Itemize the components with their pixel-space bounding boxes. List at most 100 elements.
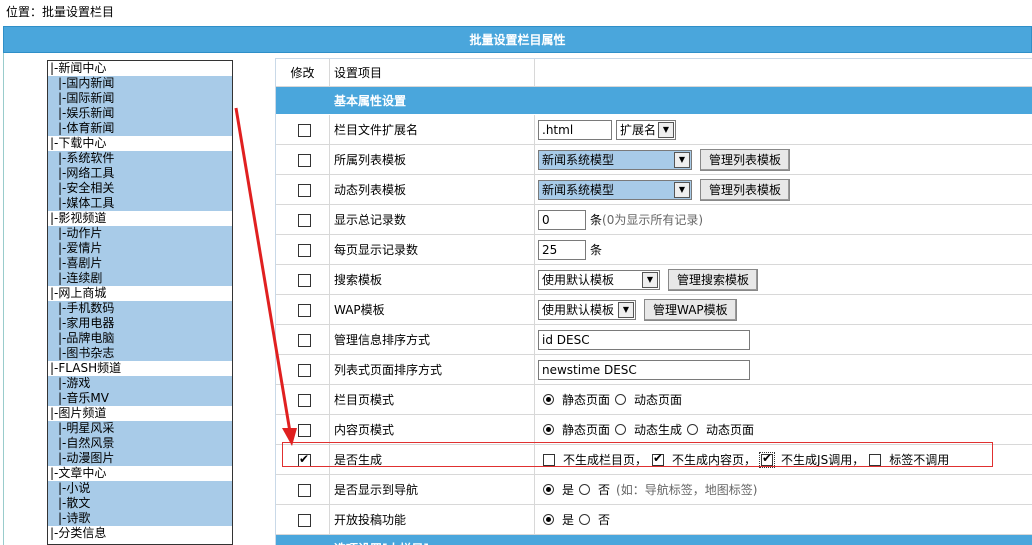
category-option[interactable]: |-家用电器 xyxy=(48,316,232,331)
row-label: 栏目文件扩展名 xyxy=(330,115,535,144)
modify-checkbox[interactable] xyxy=(298,244,311,257)
category-option[interactable]: |-明星风采 xyxy=(48,421,232,436)
row-label: 每页显示记录数 xyxy=(330,235,535,264)
modify-checkbox[interactable] xyxy=(298,452,311,467)
checkbox-no-js[interactable] xyxy=(759,451,776,468)
row-total-records: 显示总记录数 0 条 (0为显示所有记录) xyxy=(276,205,1032,235)
category-option[interactable]: |-散文 xyxy=(48,496,232,511)
left-panel: |-新闻中心 |-国内新闻 |-国际新闻 |-娱乐新闻 |-体育新闻 |-下载中心 |-系统… xyxy=(3,53,270,545)
category-option[interactable]: |-喜剧片 xyxy=(48,256,232,271)
category-option[interactable]: |-连续剧 xyxy=(48,271,232,286)
manage-dynamic-template-button[interactable]: 管理列表模板 xyxy=(700,178,791,201)
category-option[interactable]: |-小说 xyxy=(48,481,232,496)
extension-input[interactable]: .html xyxy=(538,119,612,140)
category-option[interactable]: |-品牌电脑 xyxy=(48,331,232,346)
category-option[interactable]: |-图书杂志 xyxy=(48,346,232,361)
row-submission: 开放投稿功能 是 否 xyxy=(276,505,1032,535)
modify-checkbox[interactable] xyxy=(298,154,311,167)
category-option[interactable]: |-手机数码 xyxy=(48,301,232,316)
checkbox-no-class-page[interactable] xyxy=(543,453,555,466)
row-label: 动态列表模板 xyxy=(330,175,535,204)
radio-dynamic[interactable] xyxy=(615,394,627,405)
modify-checkbox[interactable] xyxy=(298,484,311,497)
list-order-input[interactable]: newstime DESC xyxy=(538,359,750,380)
category-option[interactable]: |-安全相关 xyxy=(48,181,232,196)
radio-yes[interactable] xyxy=(543,484,554,495)
dynamic-template-select[interactable]: 新闻系统模型 ▼ xyxy=(538,179,692,200)
category-option[interactable]: |-自然风景 xyxy=(48,436,232,451)
radio-static[interactable] xyxy=(543,424,554,435)
row-content-page-mode: 内容页模式 静态页面 动态生成 动态页面 xyxy=(276,415,1032,445)
modify-checkbox[interactable] xyxy=(298,184,311,197)
row-label: 管理信息排序方式 xyxy=(330,325,535,354)
category-option[interactable]: |-动作片 xyxy=(48,226,232,241)
modify-checkbox[interactable] xyxy=(298,394,311,407)
checkbox-no-content-page[interactable] xyxy=(652,451,665,466)
category-option[interactable]: |-分类信息 xyxy=(48,526,232,541)
category-option[interactable]: |-图片频道 xyxy=(48,406,232,421)
chevron-down-icon: ▼ xyxy=(642,271,658,288)
manage-order-input[interactable]: id DESC xyxy=(538,329,750,350)
extension-select[interactable]: 扩展名 ▼ xyxy=(616,119,676,140)
row-generate: 是否生成 不生成栏目页， 不生成内容页， 不生成JS调用， 标签不调用 xyxy=(276,445,1032,475)
unit-label: 条 xyxy=(590,243,603,257)
manage-list-template-button[interactable]: 管理列表模板 xyxy=(700,148,791,171)
radio-dynamic[interactable] xyxy=(687,424,699,435)
category-option[interactable]: |-网上商城 xyxy=(48,286,232,301)
wap-template-select[interactable]: 使用默认模板 ▼ xyxy=(538,299,636,320)
total-records-input[interactable]: 0 xyxy=(538,209,586,230)
radio-static[interactable] xyxy=(543,394,554,405)
modify-checkbox[interactable] xyxy=(298,514,311,527)
col-header-item: 设置项目 xyxy=(330,59,535,86)
section-options-title: 选项设置[大栏目] xyxy=(334,535,429,545)
category-option[interactable]: |-影视频道 xyxy=(48,211,232,226)
row-label: WAP模板 xyxy=(330,295,535,324)
row-label: 是否显示到导航 xyxy=(330,475,535,504)
modify-checkbox[interactable] xyxy=(298,304,311,317)
radio-yes[interactable] xyxy=(543,514,554,525)
row-wap-template: WAP模板 使用默认模板 ▼ 管理WAP模板 xyxy=(276,295,1032,325)
modify-checkbox[interactable] xyxy=(298,364,311,377)
category-option[interactable]: |-游戏 xyxy=(48,376,232,391)
category-option[interactable]: |-新闻中心 xyxy=(48,61,232,76)
category-option[interactable]: |-爱情片 xyxy=(48,241,232,256)
table-header-row: 修改 设置项目 xyxy=(276,59,1032,87)
per-page-input[interactable]: 25 xyxy=(538,239,586,260)
row-search-template: 搜索模板 使用默认模板 ▼ 管理搜索模板 xyxy=(276,265,1032,295)
location-breadcrumb: 位置：批量设置栏目 xyxy=(6,5,115,19)
category-option[interactable]: |-下载中心 xyxy=(48,136,232,151)
row-list-template: 所属列表模板 新闻系统模型 ▼ 管理列表模板 xyxy=(276,145,1032,175)
search-template-select[interactable]: 使用默认模板 ▼ xyxy=(538,269,660,290)
modify-checkbox[interactable] xyxy=(298,214,311,227)
total-records-hint: (0为显示所有记录) xyxy=(602,213,704,227)
category-option[interactable]: |-网络工具 xyxy=(48,166,232,181)
category-option[interactable]: |-诗歌 xyxy=(48,511,232,526)
category-option[interactable]: |-娱乐新闻 xyxy=(48,106,232,121)
list-template-select[interactable]: 新闻系统模型 ▼ xyxy=(538,149,692,170)
category-option[interactable]: |-文章中心 xyxy=(48,466,232,481)
category-option[interactable]: |-动漫图片 xyxy=(48,451,232,466)
category-option[interactable]: |-国际新闻 xyxy=(48,91,232,106)
category-option[interactable]: |-媒体工具 xyxy=(48,196,232,211)
category-option[interactable]: |-音乐MV xyxy=(48,391,232,406)
row-label: 搜索模板 xyxy=(330,265,535,294)
category-option[interactable]: |-FLASH频道 xyxy=(48,361,232,376)
manage-search-template-button[interactable]: 管理搜索模板 xyxy=(668,268,759,291)
section-basic-title: 基本属性设置 xyxy=(334,94,407,108)
modify-checkbox[interactable] xyxy=(298,274,311,287)
unit-label: 条 xyxy=(590,213,603,227)
modify-checkbox[interactable] xyxy=(298,424,311,437)
checkbox-no-tag[interactable] xyxy=(869,453,882,466)
radio-no[interactable] xyxy=(579,484,591,495)
manage-wap-template-button[interactable]: 管理WAP模板 xyxy=(644,298,737,321)
category-option[interactable]: |-系统软件 xyxy=(48,151,232,166)
modify-checkbox[interactable] xyxy=(298,124,311,137)
category-option[interactable]: |-体育新闻 xyxy=(48,121,232,136)
section-options: 选项设置[大栏目] xyxy=(276,535,1032,545)
radio-dynamic-generate[interactable] xyxy=(615,424,627,435)
radio-no[interactable] xyxy=(579,514,591,525)
category-listbox[interactable]: |-新闻中心 |-国内新闻 |-国际新闻 |-娱乐新闻 |-体育新闻 |-下载中心 |-系统… xyxy=(47,60,233,545)
category-option[interactable]: |-国内新闻 xyxy=(48,76,232,91)
modify-checkbox[interactable] xyxy=(298,334,311,347)
section-basic: 基本属性设置 xyxy=(276,87,1032,115)
